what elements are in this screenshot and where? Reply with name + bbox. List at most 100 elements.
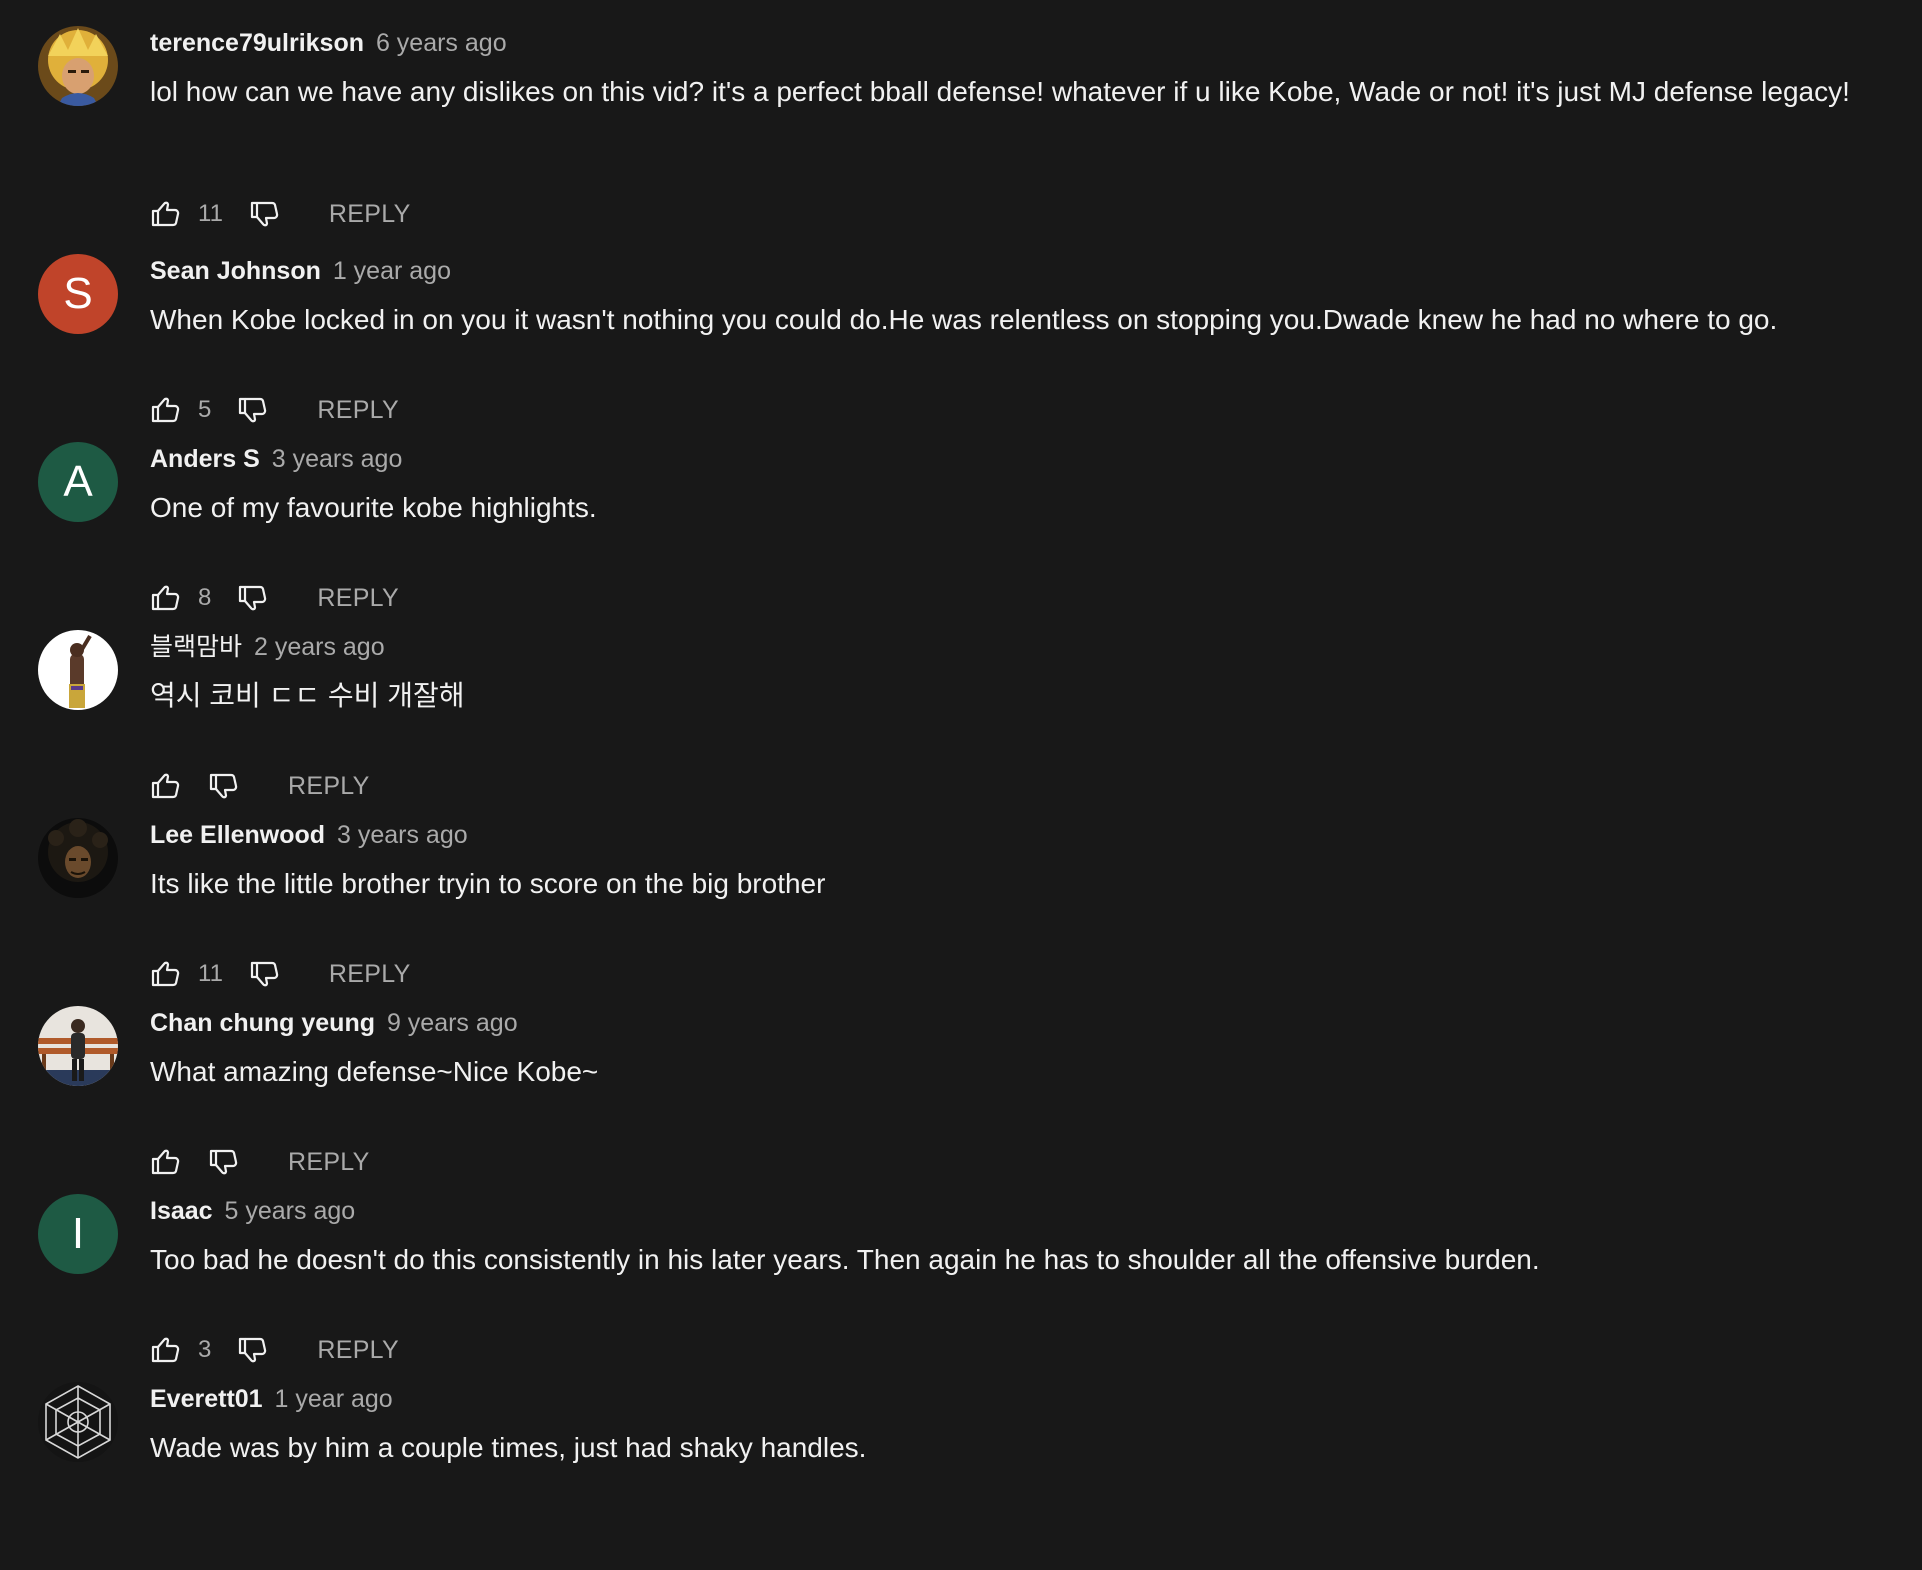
dislike-button[interactable] [249, 198, 281, 230]
comment-header: Chan chung yeung 9 years ago [150, 1008, 518, 1038]
comment-time[interactable]: 3 years ago [272, 445, 403, 473]
avatar[interactable]: S [38, 254, 118, 334]
thumbs-up-icon [151, 585, 180, 611]
comment-actions: REPLY [150, 768, 370, 804]
avatar[interactable] [38, 1382, 118, 1462]
comment-text: 역시 코비 ㄷㄷ 수비 개잘해 [150, 680, 465, 711]
comment-header: Lee Ellenwood 3 years ago [150, 820, 468, 850]
comment-time[interactable]: 6 years ago [376, 29, 507, 57]
comment-time[interactable]: 9 years ago [387, 1009, 518, 1037]
comment-time[interactable]: 1 year ago [333, 257, 451, 285]
like-button[interactable] [150, 394, 182, 426]
like-button[interactable] [150, 198, 182, 230]
comment-actions: REPLY [150, 1144, 370, 1180]
comment-time[interactable]: 5 years ago [225, 1197, 356, 1225]
comment-text: What amazing defense~Nice Kobe~ [150, 1056, 599, 1087]
comment-time[interactable]: 3 years ago [337, 821, 468, 849]
comment-actions: 3 REPLY [150, 1332, 399, 1368]
thumbs-down-icon [239, 1337, 267, 1363]
comment-thread: Lee Ellenwood 3 years ago Its like the l… [0, 818, 1922, 1006]
comment-time[interactable]: 1 year ago [275, 1385, 393, 1413]
thumbs-up-icon [151, 961, 180, 987]
dislike-button[interactable] [237, 1334, 269, 1366]
author-name[interactable]: Everett01 [150, 1385, 263, 1413]
author-name[interactable]: Lee Ellenwood [150, 821, 325, 849]
reply-button[interactable]: REPLY [329, 200, 411, 229]
avatar[interactable] [38, 1006, 118, 1086]
like-button[interactable] [150, 1334, 182, 1366]
comment-actions: 11 REPLY [150, 196, 411, 232]
like-count: 8 [198, 584, 212, 611]
like-count: 11 [198, 200, 223, 227]
like-button[interactable] [150, 958, 182, 990]
comment-actions: 11 REPLY [150, 956, 411, 992]
thumbs-down-icon [209, 1149, 238, 1175]
thumbs-down-icon [250, 201, 279, 227]
comments-section: terence79ulrikson 6 years ago lol how ca… [0, 0, 1922, 1463]
thumbs-up-icon [151, 201, 180, 227]
comment-text: When Kobe locked in on you it wasn't not… [150, 304, 1778, 335]
reply-button[interactable]: REPLY [317, 584, 399, 613]
comment-header: terence79ulrikson 6 years ago [150, 28, 507, 58]
dislike-button[interactable] [249, 958, 281, 990]
comment-text: Too bad he doesn't do this consistently … [150, 1244, 1540, 1275]
avatar-image [38, 630, 118, 710]
comment-text: One of my favourite kobe highlights. [150, 492, 597, 523]
like-button[interactable] [150, 1146, 182, 1178]
comment-text: Its like the little brother tryin to sco… [150, 868, 826, 899]
comment-thread: Chan chung yeung 9 years ago What amazin… [0, 1006, 1922, 1194]
comment-header: Everett01 1 year ago [150, 1384, 393, 1414]
dislike-button[interactable] [237, 582, 269, 614]
avatar-image [38, 26, 118, 106]
like-count: 3 [198, 1336, 212, 1363]
author-name[interactable]: Anders S [150, 445, 260, 473]
like-button[interactable] [150, 770, 182, 802]
comment-thread: 블랙맘바 2 years ago 역시 코비 ㄷㄷ 수비 개잘해 REPLY [0, 630, 1922, 818]
thumbs-up-icon [151, 397, 180, 423]
avatar-image [38, 818, 118, 898]
author-name[interactable]: Isaac [150, 1197, 213, 1225]
thumbs-down-icon [239, 397, 267, 423]
dislike-button[interactable] [237, 394, 269, 426]
author-name[interactable]: terence79ulrikson [150, 29, 364, 57]
comment-thread: I Isaac 5 years ago Too bad he doesn't d… [0, 1194, 1922, 1382]
like-count: 11 [198, 960, 223, 987]
comment-header: Anders S 3 years ago [150, 444, 402, 474]
comment-header: 블랙맘바 2 years ago [150, 632, 385, 662]
author-name[interactable]: Chan chung yeung [150, 1009, 375, 1037]
avatar-letter: A [63, 457, 93, 506]
comment-actions: 8 REPLY [150, 580, 399, 616]
comment-header: Isaac 5 years ago [150, 1196, 355, 1226]
avatar[interactable]: I [38, 1194, 118, 1274]
comment-text: Wade was by him a couple times, just had… [150, 1432, 867, 1463]
comment-thread: terence79ulrikson 6 years ago lol how ca… [0, 26, 1922, 228]
comment-header: Sean Johnson 1 year ago [150, 256, 451, 286]
comment-thread: Everett01 1 year ago Wade was by him a c… [0, 1382, 1922, 1570]
like-count: 5 [198, 396, 212, 423]
thumbs-up-icon [151, 1149, 180, 1175]
comment-thread: S Sean Johnson 1 year ago When Kobe lock… [0, 254, 1922, 442]
avatar[interactable]: A [38, 442, 118, 522]
reply-button[interactable]: REPLY [329, 960, 411, 989]
comment-time[interactable]: 2 years ago [254, 633, 385, 661]
thumbs-down-icon [209, 773, 238, 799]
reply-button[interactable]: REPLY [288, 772, 370, 801]
avatar[interactable] [38, 26, 118, 106]
avatar[interactable] [38, 818, 118, 898]
thumbs-down-icon [250, 961, 279, 987]
reply-button[interactable]: REPLY [317, 396, 399, 425]
author-name[interactable]: Sean Johnson [150, 257, 321, 285]
avatar[interactable] [38, 630, 118, 710]
author-name[interactable]: 블랙맘바 [150, 633, 242, 661]
avatar-image [38, 1382, 118, 1462]
thumbs-up-icon [151, 773, 180, 799]
comment-text: lol how can we have any dislikes on this… [150, 76, 1850, 107]
avatar-letter: I [71, 1209, 85, 1258]
avatar-letter: S [63, 269, 93, 318]
comment-thread: A Anders S 3 years ago One of my favouri… [0, 442, 1922, 630]
reply-button[interactable]: REPLY [317, 1336, 399, 1365]
reply-button[interactable]: REPLY [288, 1148, 370, 1177]
dislike-button[interactable] [208, 1146, 240, 1178]
dislike-button[interactable] [208, 770, 240, 802]
like-button[interactable] [150, 582, 182, 614]
